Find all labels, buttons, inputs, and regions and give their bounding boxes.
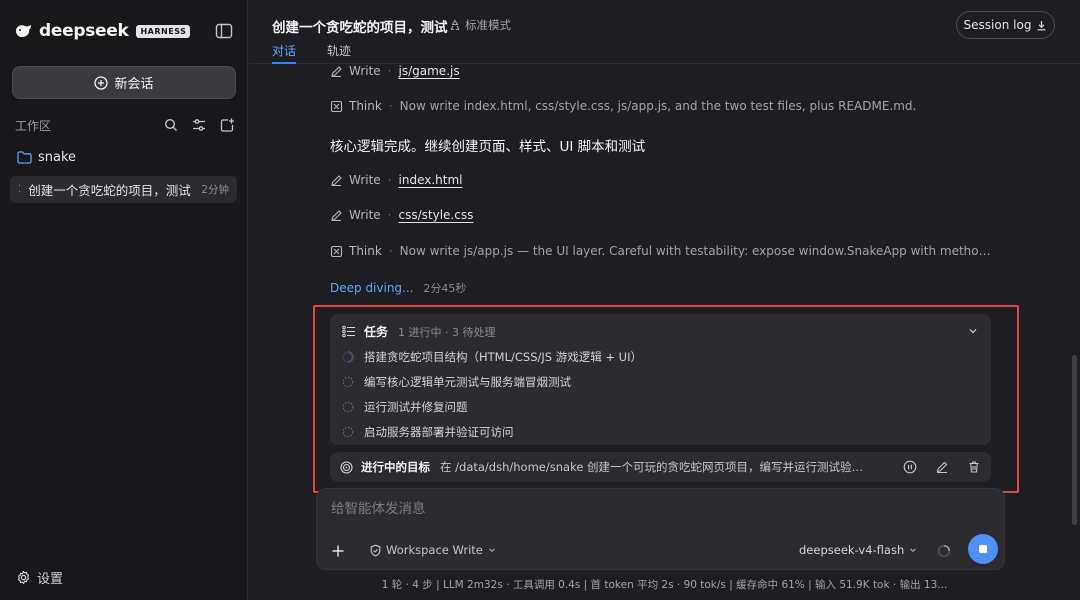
annotation-highlight-box bbox=[313, 305, 1019, 493]
stop-icon bbox=[979, 545, 987, 553]
main-panel: 创建一个贪吃蛇的项目，测试 标准模式 对话 轨迹 Session log Wri… bbox=[249, 0, 1080, 600]
write-step-3: Write · css/style.css bbox=[330, 208, 473, 222]
plus-circle-icon bbox=[94, 75, 109, 90]
chevron-down-icon bbox=[488, 548, 495, 553]
conversation-title: 创建一个贪吃蛇的项目，测试 bbox=[272, 20, 448, 36]
think-label: Think bbox=[349, 244, 382, 258]
write-step-1: Write · js/game.js bbox=[330, 64, 460, 78]
logo: deepseek HARNESS bbox=[14, 21, 191, 41]
whale-logo-icon bbox=[16, 25, 31, 37]
new-chat-label: 新会话 bbox=[114, 77, 154, 92]
attach-plus-icon[interactable] bbox=[327, 540, 349, 562]
filter-icon[interactable] bbox=[191, 117, 207, 133]
model-label: deepseek-v4-flash bbox=[799, 543, 905, 557]
chevron-down-icon bbox=[910, 548, 917, 553]
write-step-2: Write · index.html bbox=[330, 173, 463, 187]
file-link[interactable]: css/style.css bbox=[399, 208, 474, 222]
think-step-2: Think · Now write js/app.js — the UI laye… bbox=[330, 244, 992, 258]
gear-icon bbox=[17, 570, 30, 585]
message-input[interactable] bbox=[331, 501, 971, 517]
settings-label: 设置 bbox=[37, 572, 64, 587]
progress-heading: 核心逻辑完成。继续创建页面、样式、UI 脚本和测试 bbox=[330, 139, 646, 155]
sidebar-toggle-icon[interactable] bbox=[215, 23, 233, 39]
think-step-1: Think · Now write index.html, css/style.c… bbox=[330, 99, 916, 113]
tab-conversation[interactable]: 对话 bbox=[272, 42, 297, 64]
deep-diving-status: Deep diving... 2分45秒 bbox=[330, 280, 466, 296]
session-log-button[interactable]: Session log bbox=[956, 11, 1055, 39]
session-log-label: Session log bbox=[963, 18, 1032, 32]
write-label: Write bbox=[349, 208, 381, 222]
pencil-icon bbox=[330, 209, 343, 222]
write-label: Write bbox=[349, 173, 381, 187]
file-link[interactable]: js/game.js bbox=[399, 64, 460, 78]
harness-badge: HARNESS bbox=[136, 24, 191, 38]
folder-snake[interactable]: snake bbox=[17, 150, 76, 165]
composer: Workspace Write deepseek-v4-flash bbox=[316, 488, 1005, 570]
folder-icon bbox=[17, 151, 32, 164]
permission-select[interactable]: Workspace Write bbox=[369, 543, 497, 557]
stop-button[interactable] bbox=[968, 534, 998, 564]
workspace-header: 工作区 bbox=[15, 116, 235, 134]
settings-button[interactable]: 设置 bbox=[16, 568, 63, 587]
session-title: 创建一个贪吃蛇的项目，测试 bbox=[28, 183, 191, 198]
status-bar: 1 轮 · 4 步 | LLM 2m32s · 工具调用 0.4s | 首 to… bbox=[381, 579, 948, 591]
deep-diving-label: Deep diving... bbox=[330, 281, 414, 295]
think-icon bbox=[330, 100, 343, 113]
spinner-icon bbox=[937, 544, 951, 558]
file-link[interactable]: index.html bbox=[399, 173, 463, 187]
pencil-icon bbox=[330, 65, 343, 78]
loading-dots-icon: ⁚ bbox=[18, 184, 21, 195]
session-item[interactable]: ⁚ 创建一个贪吃蛇的项目，测试 2分钟 bbox=[10, 176, 237, 203]
workspace-label: 工作区 bbox=[15, 118, 52, 133]
folder-name: snake bbox=[38, 150, 77, 165]
logo-text: deepseek bbox=[39, 21, 129, 41]
write-label: Write bbox=[349, 64, 381, 78]
tab-trajectory[interactable]: 轨迹 bbox=[327, 42, 351, 59]
top-bar: 创建一个贪吃蛇的项目，测试 标准模式 对话 轨迹 Session log bbox=[249, 0, 1080, 64]
mode-indicator[interactable]: 标准模式 bbox=[449, 17, 511, 33]
new-chat-button[interactable]: 新会话 bbox=[12, 66, 236, 99]
deep-diving-time: 2分45秒 bbox=[423, 282, 467, 295]
model-select[interactable]: deepseek-v4-flash bbox=[799, 543, 918, 557]
permission-label: Workspace Write bbox=[386, 543, 483, 557]
add-folder-icon[interactable] bbox=[219, 117, 235, 133]
mode-label: 标准模式 bbox=[465, 18, 511, 32]
think-label: Think bbox=[349, 99, 382, 113]
scrollbar[interactable] bbox=[1072, 355, 1077, 525]
think-icon bbox=[330, 245, 343, 258]
search-icon[interactable] bbox=[163, 117, 179, 133]
pencil-icon bbox=[330, 174, 343, 187]
think-text: Now write js/app.js — the UI layer. Care… bbox=[399, 244, 992, 258]
session-time: 2分钟 bbox=[201, 184, 229, 196]
think-text: Now write index.html, css/style.css, js/… bbox=[399, 99, 917, 113]
sidebar: deepseek HARNESS 新会话 工作区 snake ⁚ 创建一个贪吃蛇… bbox=[0, 0, 248, 600]
recycle-icon bbox=[450, 19, 460, 31]
shield-icon bbox=[370, 544, 381, 556]
download-icon bbox=[1037, 20, 1046, 30]
